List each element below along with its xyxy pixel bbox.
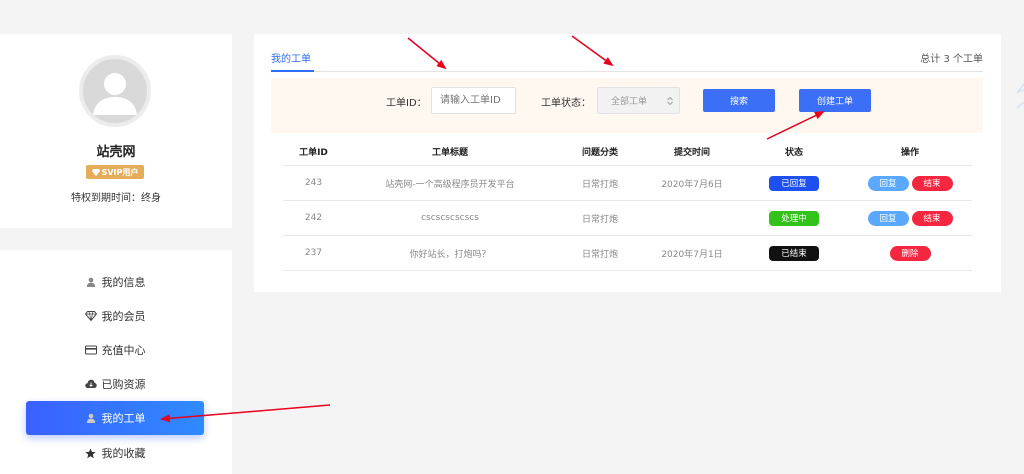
actions-cell: 回复 结束	[848, 175, 972, 191]
cloud-download-icon	[84, 378, 97, 390]
ticket-status-select[interactable]: 全部工单	[597, 87, 680, 114]
table-header-row: 工单ID 工单标题 问题分类 提交时间 状态 操作	[283, 138, 972, 166]
column-header: 状态	[784, 148, 803, 158]
close-ticket-button[interactable]: 结束	[911, 210, 953, 226]
ticket-time: 2020年7月1日	[661, 249, 723, 260]
sidebar-item-label: 我的会员	[101, 310, 146, 323]
ticket-category: 日常打炮	[581, 179, 618, 190]
default-avatar-icon	[93, 73, 137, 115]
close-ticket-button[interactable]: 结束	[911, 175, 953, 191]
ticket-id-label: 工单ID：	[386, 98, 427, 109]
table-row: 243 站壳网-一个高级程序员开发平台 日常打炮 2020年7月6日 已回复 回…	[283, 166, 972, 201]
ticket-status-label: 工单状态：	[541, 98, 591, 109]
create-ticket-button[interactable]: 创建工单	[799, 89, 871, 112]
diamond-icon	[84, 310, 97, 322]
sidebar-item-label: 充值中心	[101, 344, 146, 357]
ticket-id: 242	[304, 213, 323, 223]
column-header: 问题分类	[581, 148, 618, 158]
diamond-icon	[91, 168, 100, 176]
sidebar-item-label: 我的工单	[101, 412, 146, 425]
tab-divider	[271, 71, 983, 72]
ticket-id: 237	[304, 248, 323, 258]
column-header: 提交时间	[673, 148, 710, 158]
sidebar-item-recharge[interactable]: 充值中心	[26, 333, 204, 367]
expire-text: 特权到期时间：终身	[71, 193, 161, 204]
profile-card: 站壳网 SVIP用户 特权到期时间：终身	[0, 34, 232, 228]
tickets-table: 工单ID 工单标题 问题分类 提交时间 状态 操作 243 站壳网-一个高级程序…	[283, 138, 972, 271]
edge-decoration-icon	[1015, 83, 1024, 109]
star-icon	[85, 447, 97, 459]
sidebar-menu: 我的信息 我的会员 充值中心 已购资源 我的工单 我的收藏	[0, 250, 232, 474]
ticket-category: 日常打炮	[581, 249, 618, 260]
actions-cell: 回复 结束	[848, 210, 972, 226]
sidebar-item-purchased[interactable]: 已购资源	[26, 367, 204, 401]
tab-active-indicator	[271, 70, 314, 72]
search-button[interactable]: 搜索	[703, 89, 775, 112]
column-header: 工单标题	[431, 148, 468, 158]
sidebar-item-my-membership[interactable]: 我的会员	[26, 299, 204, 333]
sidebar-item-label: 我的信息	[101, 276, 146, 289]
sidebar-item-favorites[interactable]: 我的收藏	[26, 436, 204, 470]
search-bar: 工单ID： 工单状态： 全部工单 搜索 创建工单	[271, 78, 983, 133]
user-icon	[85, 412, 97, 424]
status-badge: 已回复	[769, 175, 819, 191]
sidebar-item-label: 已购资源	[101, 378, 146, 391]
ticket-total-count: 总计 3 个工单	[920, 54, 983, 65]
status-badge: 已结束	[769, 245, 819, 261]
ticket-title[interactable]: cscscscscscs	[344, 213, 556, 223]
avatar[interactable]	[79, 55, 151, 127]
ticket-status-selected: 全部工单	[611, 97, 648, 107]
ticket-title[interactable]: 站壳网-一个高级程序员开发平台	[344, 177, 556, 190]
column-header: 工单ID	[299, 148, 328, 158]
table-row: 237 你好站长，打炮吗？ 日常打炮 2020年7月1日 已结束 删除	[283, 236, 972, 271]
status-badge: 处理中	[769, 210, 819, 226]
delete-button[interactable]: 删除	[889, 245, 931, 261]
tickets-panel: 我的工单 总计 3 个工单 工单ID： 工单状态： 全部工单 搜索 创建工单 工…	[254, 34, 1001, 292]
ticket-id-input[interactable]	[431, 87, 516, 114]
ticket-id: 243	[304, 178, 323, 188]
reply-button[interactable]: 回复	[867, 175, 909, 191]
username: 站壳网	[96, 145, 136, 160]
card-icon	[84, 344, 97, 356]
user-icon	[85, 276, 97, 288]
status-cell: 已回复	[740, 175, 848, 191]
updown-chevron-icon	[667, 96, 673, 105]
vip-badge-label: SVIP用户	[101, 167, 139, 177]
vip-badge: SVIP用户	[86, 165, 144, 179]
table-row: 242 cscscscscscs 日常打炮 处理中 回复 结束	[283, 201, 972, 236]
column-header: 操作	[900, 148, 919, 158]
sidebar-item-my-tickets[interactable]: 我的工单	[26, 401, 204, 435]
ticket-category: 日常打炮	[581, 214, 618, 225]
status-cell: 处理中	[740, 210, 848, 226]
status-cell: 已结束	[740, 245, 848, 261]
sidebar-item-my-info[interactable]: 我的信息	[26, 265, 204, 299]
ticket-time: 2020年7月6日	[661, 179, 723, 190]
sidebar-item-label: 我的收藏	[101, 447, 146, 460]
actions-cell: 删除	[848, 245, 972, 261]
ticket-title[interactable]: 你好站长，打炮吗？	[344, 247, 556, 260]
reply-button[interactable]: 回复	[867, 210, 909, 226]
tab-my-tickets[interactable]: 我的工单	[271, 50, 311, 65]
